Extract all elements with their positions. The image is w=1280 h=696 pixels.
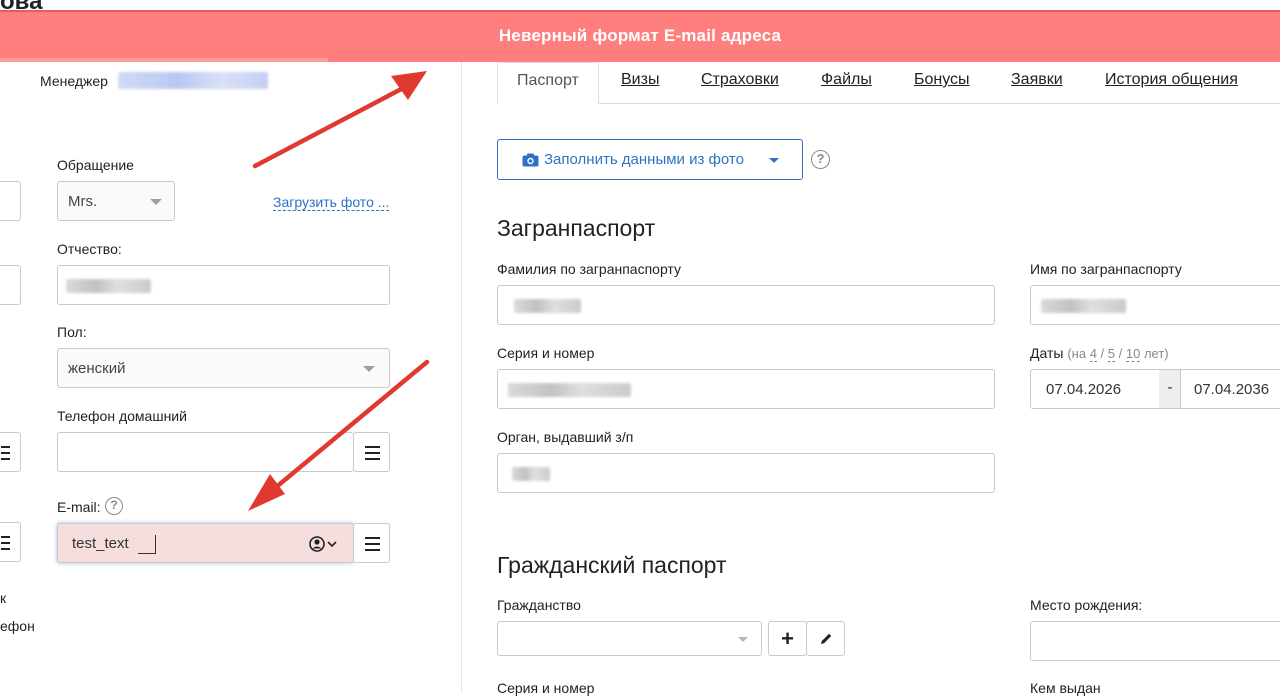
arrow-to-banner — [252, 71, 427, 169]
arrow-to-email-field — [248, 359, 430, 511]
annotation-arrows — [248, 71, 430, 511]
